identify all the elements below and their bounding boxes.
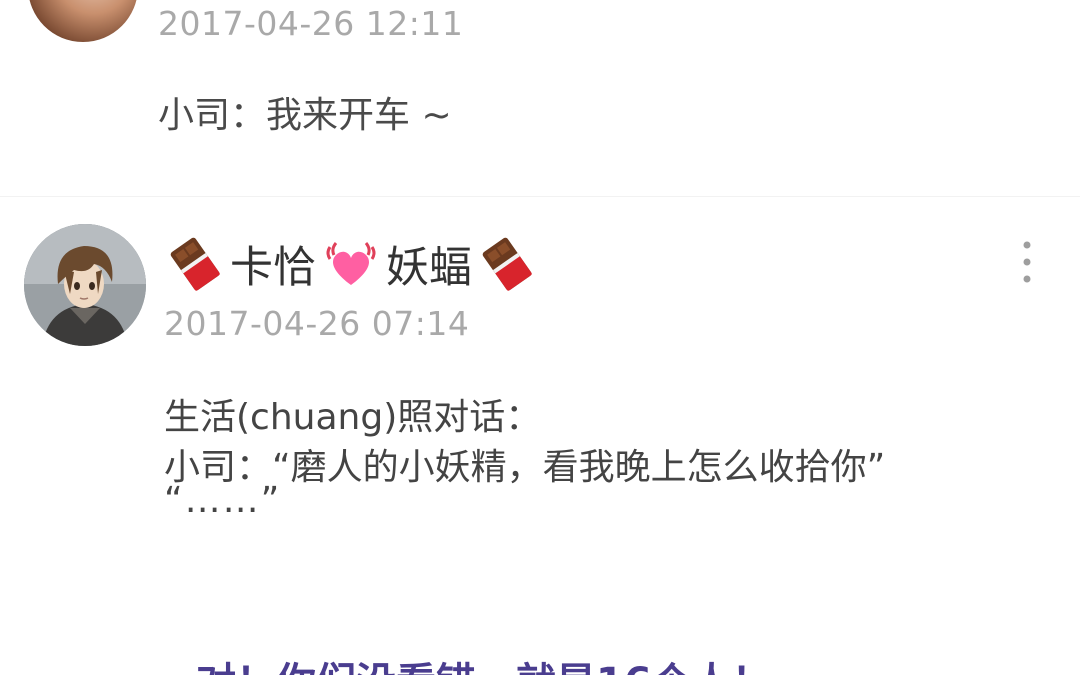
chocolate-bar-icon bbox=[166, 235, 224, 293]
vertical-ellipsis-icon[interactable] bbox=[1012, 238, 1042, 286]
ringing-heart-icon bbox=[322, 235, 380, 293]
avatar[interactable] bbox=[28, 0, 138, 42]
avatar[interactable] bbox=[24, 224, 146, 346]
username[interactable]: 卡恰 妖蝠 bbox=[166, 228, 536, 300]
comment-timestamp: 2017-04-26 12:11 bbox=[158, 4, 464, 43]
username-text: 卡恰 bbox=[230, 243, 316, 293]
comment-text: 小司：我来开车 ~ bbox=[158, 95, 452, 136]
avatar-anime-boy-icon bbox=[24, 224, 146, 346]
caption-text: 对！你们没看错，就是16个人！ bbox=[196, 650, 772, 675]
username-text: 妖蝠 bbox=[386, 243, 472, 293]
comment-timestamp: 2017-04-26 07:14 bbox=[164, 304, 470, 343]
comment-feed: 2017-04-26 12:11 小司：我来开车 ~ 卡恰 妖蝠 2017-04… bbox=[0, 0, 1080, 675]
comment-text-line: 生活(chuang)照对话： bbox=[164, 397, 542, 438]
chocolate-bar-icon bbox=[478, 235, 536, 293]
divider bbox=[0, 196, 1080, 197]
comment-text-line: “……” bbox=[164, 480, 282, 521]
